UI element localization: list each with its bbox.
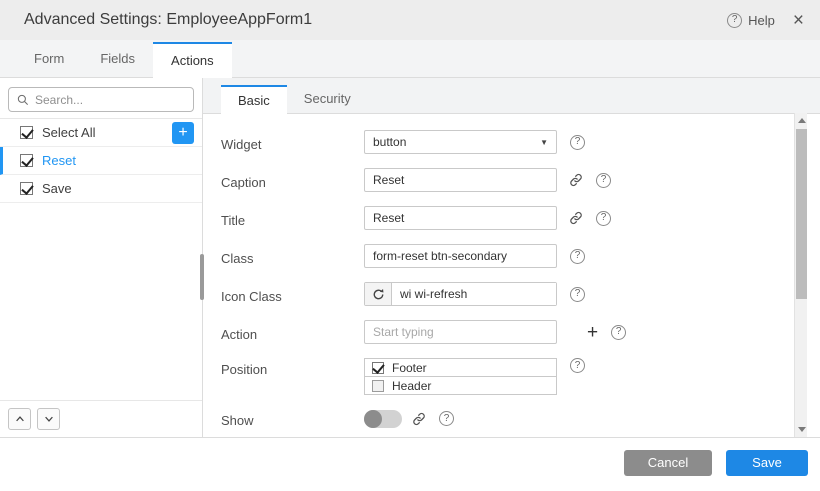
icon-class-input[interactable] [392,283,556,305]
plus-icon: + [178,125,187,141]
sidebar-item-label: Save [42,181,72,196]
save-button[interactable]: Save [726,450,808,476]
add-action-button[interactable]: + [172,122,194,144]
sidebar-item-label: Reset [42,153,76,168]
dialog-header: Advanced Settings: EmployeeAppForm1 ? He… [0,0,820,40]
header-option-label: Header [392,379,431,393]
field-row-position: Position Footer Header ? [221,358,780,395]
help-button[interactable]: ? Help [727,13,775,28]
widget-select[interactable]: button ▼ [364,130,557,154]
cancel-button[interactable]: Cancel [624,450,712,476]
basic-settings-form: Widget button ▼ ? Caption [203,114,820,437]
vertical-scrollbar[interactable] [794,113,807,437]
dropdown-caret-icon: ▼ [540,138,548,147]
footer-option-label: Footer [392,361,427,375]
dialog-footer: Cancel Save [0,437,820,491]
field-row-show: Show ? [221,409,780,428]
select-all-label: Select All [42,125,95,140]
sidebar-spacer [0,203,202,400]
icon-class-group [364,282,557,306]
help-label: Help [748,13,775,28]
dialog-title: Advanced Settings: EmployeeAppForm1 [24,11,312,29]
select-all-checkbox[interactable] [20,126,33,139]
class-help-icon[interactable]: ? [570,249,585,264]
select-all-row[interactable]: Select All + [0,119,202,147]
widget-help-icon[interactable]: ? [570,135,585,150]
save-checkbox[interactable] [20,182,33,195]
search-input[interactable] [35,93,185,107]
tab-fields[interactable]: Fields [82,42,153,77]
title-help-icon[interactable]: ? [596,211,611,226]
position-help-icon[interactable]: ? [570,358,585,373]
tab-security[interactable]: Security [287,85,368,113]
panel-resize-handle[interactable] [200,254,204,300]
link-icon[interactable] [569,211,583,225]
search-icon [17,94,29,106]
tab-form[interactable]: Form [16,42,82,77]
sidebar-item-reset[interactable]: Reset [0,147,202,175]
action-input[interactable] [364,320,557,344]
add-action-handler-icon[interactable]: + [587,323,598,342]
refresh-icon[interactable] [365,283,392,305]
link-icon[interactable] [412,412,426,426]
position-option-header[interactable]: Header [364,376,557,395]
field-row-action: Action + ? [221,320,780,344]
position-label: Position [221,358,364,377]
sidebar-footer [0,400,202,437]
sidebar-item-save[interactable]: Save [0,175,202,203]
class-input[interactable] [364,244,557,268]
widget-select-value: button [373,135,406,149]
move-up-button[interactable] [8,408,31,430]
position-options: Footer Header [364,358,557,395]
header-checkbox[interactable] [372,380,384,392]
move-down-button[interactable] [37,408,60,430]
scroll-up-icon[interactable] [798,118,806,123]
dialog-body: Select All + Reset Save [0,78,820,437]
main-tabbar: Form Fields Actions [0,40,820,78]
reset-checkbox[interactable] [20,154,33,167]
header-actions: ? Help × [727,11,804,30]
class-label: Class [221,247,364,266]
field-row-caption: Caption ? [221,168,780,192]
icon-class-label: Icon Class [221,285,364,304]
title-input[interactable] [364,206,557,230]
advanced-settings-dialog: Advanced Settings: EmployeeAppForm1 ? He… [0,0,820,491]
icon-class-help-icon[interactable]: ? [570,287,585,302]
caption-input[interactable] [364,168,557,192]
action-label: Action [221,323,364,342]
scroll-down-icon[interactable] [798,427,806,432]
action-help-icon[interactable]: ? [611,325,626,340]
search-container [0,78,202,119]
search-box [8,87,194,112]
link-icon[interactable] [569,173,583,187]
title-label: Title [221,209,364,228]
position-option-footer[interactable]: Footer [364,358,557,377]
caption-label: Caption [221,171,364,190]
field-row-icon-class: Icon Class ? [221,282,780,306]
show-toggle[interactable] [364,410,402,428]
close-icon[interactable]: × [793,11,804,30]
scrollbar-thumb[interactable] [796,129,807,299]
tab-basic[interactable]: Basic [221,85,287,114]
chevron-down-icon [43,413,55,425]
field-row-title: Title ? [221,206,780,230]
panel-tabbar: Basic Security [203,78,820,114]
tab-actions[interactable]: Actions [153,42,232,78]
chevron-up-icon [14,413,26,425]
widget-label: Widget [221,133,364,152]
help-icon: ? [727,13,742,28]
actions-sidebar: Select All + Reset Save [0,78,203,437]
caption-help-icon[interactable]: ? [596,173,611,188]
field-row-widget: Widget button ▼ ? [221,130,780,154]
toggle-knob [364,410,382,428]
show-help-icon[interactable]: ? [439,411,454,426]
show-label: Show [221,409,364,428]
field-row-class: Class ? [221,244,780,268]
footer-checkbox[interactable] [372,362,384,374]
action-settings-panel: Basic Security Widget button ▼ ? Caption [203,78,820,437]
